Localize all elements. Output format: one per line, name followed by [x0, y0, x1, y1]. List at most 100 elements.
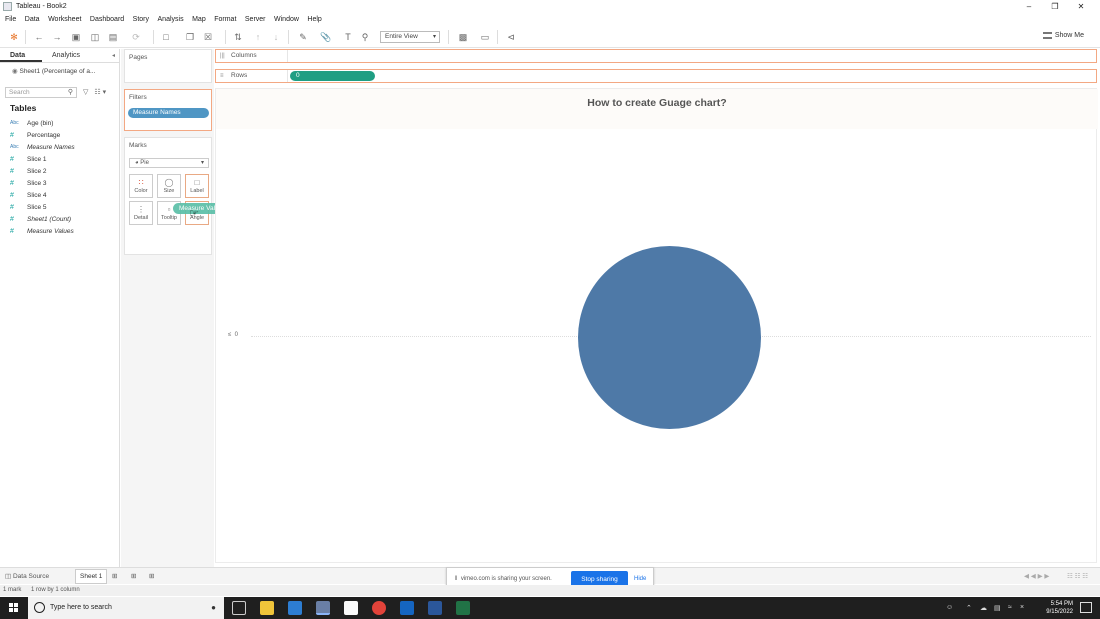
field-item-sheet1-count[interactable]: # Sheet1 (Count)	[10, 213, 75, 225]
minimize-icon[interactable]: –	[1016, 2, 1042, 11]
filters-card[interactable]: Filters Measure Names	[124, 89, 212, 131]
new-dashboard-tab-icon[interactable]: ⊞	[131, 572, 136, 580]
wifi-icon[interactable]: ≈	[1008, 604, 1012, 611]
new-story-tab-icon[interactable]: ⊞	[149, 572, 154, 580]
toolbar-divider	[288, 30, 289, 44]
restore-icon[interactable]: ❐	[1042, 2, 1068, 11]
sheet-sorter-icon[interactable]: ☷ ☷ ☷	[1067, 572, 1088, 580]
show-me-icon	[1042, 32, 1052, 39]
microphone-icon[interactable]: ●	[211, 603, 216, 612]
word-icon[interactable]	[428, 601, 442, 615]
show-me-button[interactable]: Show Me	[1042, 32, 1084, 39]
field-item-slice-1[interactable]: # Slice 1	[10, 153, 75, 165]
tab-data[interactable]: Data	[0, 49, 42, 62]
rows-pill-zero[interactable]: 0	[290, 71, 375, 81]
sheet-tab-sheet-1[interactable]: Sheet 1	[75, 569, 108, 584]
network-icon[interactable]: ▤	[994, 604, 1001, 612]
notifications-icon[interactable]	[1080, 602, 1092, 613]
fit-dropdown[interactable]: Entire View ▾	[380, 31, 440, 43]
field-item-age-bin[interactable]: Abc Age (bin)	[10, 117, 75, 129]
sort-ascending-icon[interactable]: ↑	[252, 31, 264, 43]
pie-mark[interactable]	[578, 246, 761, 429]
windows-start-icon[interactable]	[9, 603, 19, 613]
worksheet-view[interactable]: How to create Guage chart? ≤ 0	[215, 88, 1098, 563]
notepad-icon[interactable]	[344, 601, 358, 615]
chevron-up-icon[interactable]: ⌃	[966, 604, 972, 612]
mail-icon[interactable]	[288, 601, 302, 615]
pages-card[interactable]: Pages	[124, 49, 212, 83]
tableau-logo-icon[interactable]: ✻	[8, 31, 20, 43]
menu-server[interactable]: Server	[245, 16, 266, 23]
undo-icon[interactable]: ←	[33, 31, 45, 43]
tableau-taskbar-icon[interactable]	[316, 601, 330, 615]
collapse-pane-icon[interactable]: ◂	[112, 49, 115, 62]
menu-help[interactable]: Help	[307, 16, 321, 23]
highlight-icon[interactable]: ✎	[297, 31, 309, 43]
menu-format[interactable]: Format	[214, 16, 236, 23]
menu-analysis[interactable]: Analysis	[158, 16, 184, 23]
menu-dashboard[interactable]: Dashboard	[90, 16, 124, 23]
field-item-slice-5[interactable]: # Slice 5	[10, 201, 75, 213]
outlook-icon[interactable]	[400, 601, 414, 615]
task-view-icon[interactable]	[232, 601, 246, 615]
color-button[interactable]: ∷ Color	[129, 174, 153, 198]
fix-axes-icon[interactable]: ⚲	[359, 31, 371, 43]
show-cards-icon[interactable]: ▩	[457, 31, 469, 43]
presentation-mode-icon[interactable]: ▭	[479, 31, 491, 43]
duplicate-sheet-icon[interactable]: ❐	[184, 31, 196, 43]
taskbar-clock[interactable]: 5:54 PM 9/15/2022	[1033, 600, 1073, 616]
menu-data[interactable]: Data	[25, 16, 40, 23]
redo-icon[interactable]: →	[51, 31, 63, 43]
pause-updates-icon[interactable]: ▤	[107, 31, 119, 43]
mark-type-dropdown[interactable]: ◕ Pie ▾	[129, 158, 209, 168]
refresh-icon[interactable]: ⟳	[130, 31, 142, 43]
columns-shelf[interactable]: ||| Columns	[215, 49, 1097, 63]
menu-map[interactable]: Map	[192, 16, 206, 23]
rows-shelf[interactable]: ≡ Rows 0	[215, 69, 1097, 83]
excel-icon[interactable]	[456, 601, 470, 615]
datasource-item[interactable]: ◉ Sheet1 (Percentage of a...	[0, 63, 119, 79]
new-datasource-icon[interactable]: ◫	[89, 31, 101, 43]
close-icon[interactable]: ✕	[1068, 2, 1094, 11]
save-icon[interactable]: ▣	[70, 31, 82, 43]
field-item-slice-3[interactable]: # Slice 3	[10, 177, 75, 189]
clear-sheet-icon[interactable]: ☒	[202, 31, 214, 43]
menu-story[interactable]: Story	[133, 16, 149, 23]
group-icon[interactable]: 📎	[320, 31, 332, 43]
field-item-slice-4[interactable]: # Slice 4	[10, 189, 75, 201]
field-item-measure-values[interactable]: # Measure Values	[10, 225, 75, 237]
show-me-label: Show Me	[1054, 32, 1084, 39]
new-worksheet-icon[interactable]: □	[160, 31, 172, 43]
title-area	[216, 89, 1098, 129]
field-item-slice-2[interactable]: # Slice 2	[10, 165, 75, 177]
volume-mute-icon[interactable]: ×	[1020, 604, 1024, 611]
datasource-tab[interactable]: ◫ Data Source	[5, 572, 49, 580]
taskbar-search-box[interactable]: Type here to search ●	[28, 597, 224, 619]
size-button[interactable]: ◯ Size	[157, 174, 181, 198]
sheet-title[interactable]: How to create Guage chart?	[216, 97, 1098, 109]
field-item-percentage[interactable]: # Percentage	[10, 129, 75, 141]
show-labels-icon[interactable]: T	[342, 31, 354, 43]
chrome-icon[interactable]	[372, 601, 386, 615]
filter-pill-measure-names[interactable]: Measure Names	[128, 108, 209, 118]
filter-icon[interactable]: ▽	[83, 88, 88, 96]
menu-worksheet[interactable]: Worksheet	[48, 16, 81, 23]
hide-button[interactable]: Hide	[634, 576, 646, 582]
share-icon[interactable]: ⊲	[505, 31, 517, 43]
swap-icon[interactable]: ⇅	[232, 31, 244, 43]
sort-descending-icon[interactable]: ↓	[270, 31, 282, 43]
label-button[interactable]: □ Label	[185, 174, 209, 198]
pages-card-title: Pages	[129, 54, 148, 61]
file-explorer-icon[interactable]	[260, 601, 274, 615]
new-worksheet-tab-icon[interactable]: ⊞	[112, 572, 117, 580]
cloud-icon[interactable]: ☁	[980, 604, 987, 612]
menu-file[interactable]: File	[5, 16, 16, 23]
field-search-input[interactable]: Search ⚲	[5, 86, 77, 98]
field-item-measure-names[interactable]: Abc Measure Names	[10, 141, 75, 153]
tab-navigation-icons[interactable]: ◀ ◀ ▶ ▶	[1024, 572, 1049, 580]
menu-window[interactable]: Window	[274, 16, 299, 23]
view-options-icon[interactable]: ☷ ▾	[94, 88, 106, 96]
tab-analytics[interactable]: Analytics	[42, 49, 102, 62]
people-icon[interactable]: ☺	[946, 604, 953, 611]
detail-button[interactable]: ⋮ Detail	[129, 201, 153, 225]
